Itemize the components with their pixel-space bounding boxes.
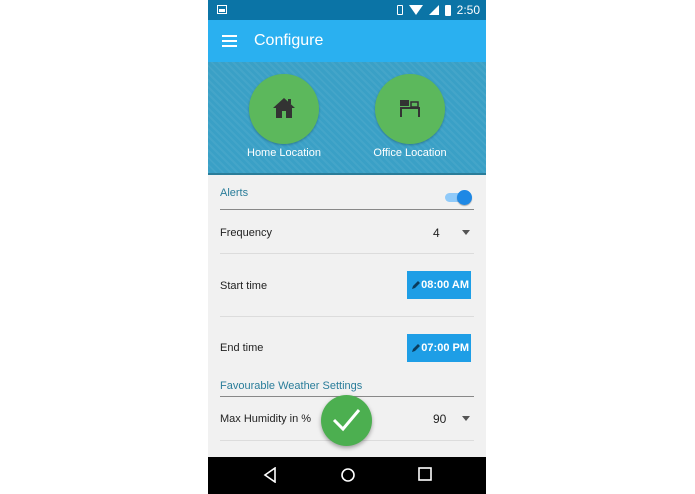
location-hero: Home Location Office Location <box>208 62 486 175</box>
alerts-toggle[interactable] <box>445 190 472 205</box>
frequency-label: Frequency <box>220 227 272 239</box>
desk-icon <box>400 100 420 117</box>
recents-square-icon[interactable] <box>418 467 432 481</box>
confirm-fab[interactable] <box>321 395 372 446</box>
status-time: 2:50 <box>456 3 480 17</box>
start-time-value: 08:00 AM <box>421 279 469 291</box>
alerts-rule <box>220 209 474 210</box>
start-time-label: Start time <box>220 280 268 292</box>
max-humidity-value[interactable]: 90 <box>433 412 446 426</box>
signal-icon <box>428 5 439 15</box>
battery-icon <box>444 4 451 16</box>
home-icon <box>273 98 295 118</box>
office-location-label: Office Location <box>373 147 447 159</box>
start-time-button[interactable]: 08:00 AM <box>407 271 471 299</box>
page-title: Configure <box>254 32 324 49</box>
office-location-button[interactable]: Office Location <box>365 74 455 159</box>
max-humidity-label: Max Humidity in % <box>220 413 312 425</box>
weather-header: Favourable Weather Settings <box>220 380 363 392</box>
navigation-bar <box>208 457 486 494</box>
back-icon[interactable] <box>263 467 277 483</box>
end-time-button[interactable]: 07:00 PM <box>407 334 471 362</box>
alerts-header: Alerts <box>220 187 249 199</box>
home-circle-icon[interactable] <box>340 467 356 483</box>
wifi-icon <box>408 5 423 15</box>
phone-screen: 2:50 Configure Home Location Office Loca… <box>208 0 486 494</box>
home-location-circle[interactable] <box>249 74 319 144</box>
vibrate-icon <box>396 5 403 15</box>
frequency-value[interactable]: 4 <box>433 226 440 240</box>
checkmark-icon <box>332 409 361 432</box>
pencil-icon <box>412 344 420 352</box>
pencil-icon <box>412 281 420 289</box>
app-bar: Configure <box>208 20 486 62</box>
home-location-button[interactable]: Home Location <box>239 74 329 159</box>
chevron-down-icon[interactable] <box>462 416 470 421</box>
status-bar: 2:50 <box>208 0 486 20</box>
end-time-value: 07:00 PM <box>421 342 469 354</box>
divider <box>220 253 474 254</box>
end-time-label: End time <box>220 342 264 354</box>
image-icon <box>217 5 227 14</box>
hamburger-menu-icon[interactable] <box>222 35 237 47</box>
home-location-label: Home Location <box>247 147 321 159</box>
divider <box>220 316 474 317</box>
chevron-down-icon[interactable] <box>462 230 470 235</box>
status-icons: 2:50 <box>396 3 480 17</box>
toggle-knob <box>457 190 472 205</box>
office-location-circle[interactable] <box>375 74 445 144</box>
